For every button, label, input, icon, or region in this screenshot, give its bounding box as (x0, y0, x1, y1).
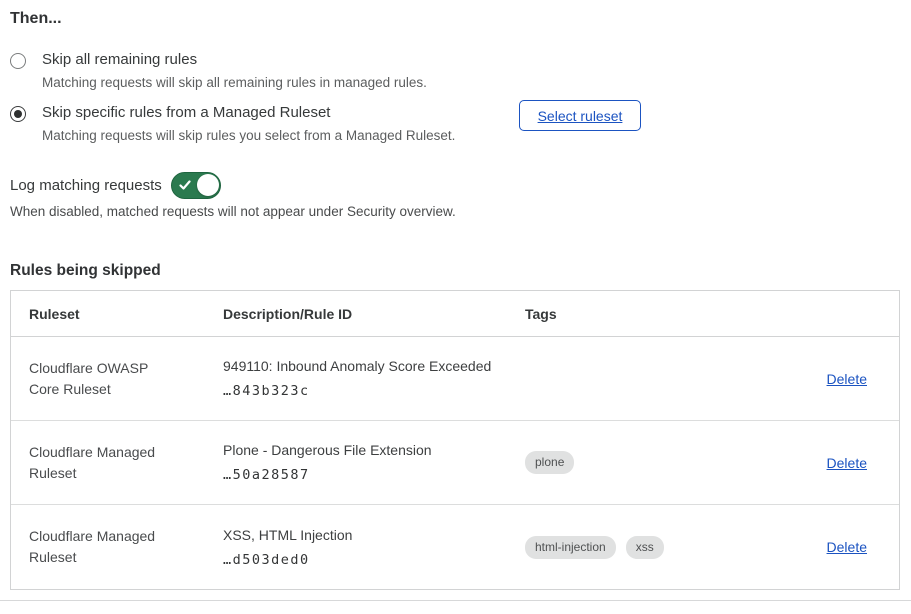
rules-being-skipped-heading: Rules being skipped (10, 262, 161, 280)
rule-description: XSS, HTML Injection (223, 527, 509, 543)
option-label: Skip specific rules from a Managed Rules… (42, 103, 455, 123)
ruleset-name: Cloudflare OWASP Core Ruleset (11, 358, 176, 400)
delete-link[interactable]: Delete (827, 371, 867, 387)
tag-badge: plone (525, 451, 574, 474)
rule-id: …d503ded0 (223, 552, 509, 568)
toggle-knob (197, 174, 219, 196)
tags-cell: html-injection xss (525, 536, 827, 559)
log-matching-requests-label: Log matching requests (10, 177, 162, 194)
table-row: Cloudflare Managed Ruleset XSS, HTML Inj… (11, 505, 899, 589)
radio-button-selected-icon[interactable] (10, 106, 26, 122)
skip-rules-config-page: Then... Skip all remaining rules Matchin… (0, 0, 911, 614)
radio-button-icon[interactable] (10, 53, 26, 69)
log-toggle-description: When disabled, matched requests will not… (10, 204, 456, 219)
rules-being-skipped-table: Ruleset Description/Rule ID Tags Cloudfl… (10, 290, 900, 590)
option-skip-specific-rules[interactable]: Skip specific rules from a Managed Rules… (10, 103, 455, 144)
column-header-ruleset: Ruleset (11, 306, 223, 322)
column-header-tags: Tags (525, 306, 851, 322)
check-icon (179, 179, 191, 191)
delete-link[interactable]: Delete (827, 455, 867, 471)
ruleset-name: Cloudflare Managed Ruleset (11, 526, 176, 568)
bottom-divider (0, 600, 911, 601)
table-row: Cloudflare Managed Ruleset Plone - Dange… (11, 421, 899, 505)
delete-link[interactable]: Delete (827, 539, 867, 555)
column-header-description: Description/Rule ID (223, 306, 525, 322)
select-ruleset-button[interactable]: Select ruleset (519, 100, 641, 131)
option-description: Matching requests will skip rules you se… (42, 127, 455, 144)
log-matching-requests-toggle[interactable] (171, 172, 221, 199)
rule-id: …843b323c (223, 383, 509, 399)
then-heading: Then... (10, 10, 62, 28)
option-label: Skip all remaining rules (42, 50, 427, 70)
option-skip-all-remaining-rules[interactable]: Skip all remaining rules Matching reques… (10, 50, 427, 91)
ruleset-name: Cloudflare Managed Ruleset (11, 442, 176, 484)
table-row: Cloudflare OWASP Core Ruleset 949110: In… (11, 337, 899, 421)
table-header-row: Ruleset Description/Rule ID Tags (11, 291, 899, 337)
rule-id: …50a28587 (223, 467, 509, 483)
option-description: Matching requests will skip all remainin… (42, 74, 427, 91)
tag-badge: xss (626, 536, 664, 559)
tag-badge: html-injection (525, 536, 616, 559)
rule-description: Plone - Dangerous File Extension (223, 442, 509, 458)
rule-description: 949110: Inbound Anomaly Score Exceeded (223, 358, 509, 374)
tags-cell: plone (525, 451, 827, 474)
